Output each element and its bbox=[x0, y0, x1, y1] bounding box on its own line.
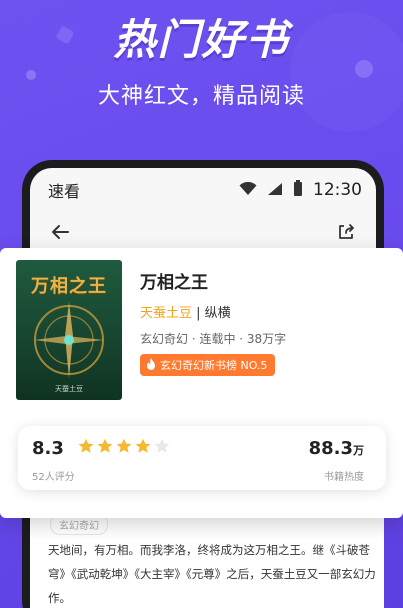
status-icons: 12:30 bbox=[239, 180, 362, 200]
rating-score: 8.3 bbox=[32, 438, 64, 459]
author-name[interactable]: 天蚕土豆 bbox=[140, 306, 192, 321]
book-platform: 纵横 bbox=[204, 306, 231, 321]
rating-count: 52人评分 bbox=[32, 472, 75, 483]
cover-title: 万相之王 bbox=[31, 276, 107, 297]
rating-panel: 8.3 52人评分 88.3万 书籍热度 bbox=[18, 426, 386, 490]
share-icon[interactable] bbox=[334, 220, 358, 244]
rating-stars bbox=[78, 438, 170, 454]
app-name: 速看 bbox=[48, 182, 81, 201]
heat-number: 88.3 bbox=[308, 438, 353, 459]
book-cover[interactable]: 万相之王 天蚕土豆 bbox=[16, 260, 122, 400]
book-card[interactable]: 万相之王 天蚕土豆 万相之王 天蚕土豆 | 纵横 玄幻奇幻 · 连载中 · 38… bbox=[0, 248, 403, 518]
heat-unit: 万 bbox=[353, 444, 364, 457]
rank-badge-label: 玄幻奇幻新书榜 NO.5 bbox=[160, 359, 268, 372]
author-line: 天蚕土豆 | 纵横 bbox=[140, 302, 231, 321]
wifi-icon bbox=[239, 181, 257, 200]
author-separator: | bbox=[196, 306, 205, 321]
rank-badge[interactable]: 玄幻奇幻新书榜 NO.5 bbox=[140, 354, 276, 376]
star-filled-icon bbox=[116, 438, 132, 453]
heat-value: 88.3万 bbox=[309, 438, 364, 459]
fire-icon bbox=[146, 357, 156, 373]
star-filled-icon bbox=[78, 438, 94, 453]
book-meta: 玄幻奇幻 · 连载中 · 38万字 bbox=[140, 332, 287, 346]
signal-icon bbox=[267, 181, 283, 200]
status-bar: 速看 12:30 bbox=[30, 168, 376, 212]
back-arrow-icon[interactable] bbox=[48, 220, 72, 244]
battery-icon bbox=[293, 180, 303, 200]
star-filled-icon bbox=[97, 438, 113, 453]
clock: 12:30 bbox=[313, 180, 362, 200]
cover-author: 天蚕土豆 bbox=[55, 385, 83, 393]
book-title: 万相之王 bbox=[140, 273, 208, 293]
heat-label: 书籍热度 bbox=[324, 472, 364, 483]
reading-content: 玄幻奇幻 天地间，有万相。而我李洛，终将成为这万相之王。继《斗破苍穹》《武动乾坤… bbox=[30, 508, 384, 608]
star-empty-icon bbox=[154, 438, 170, 453]
promo-title: 热门好书 bbox=[113, 15, 290, 64]
nav-bar bbox=[30, 212, 376, 252]
promo-subtitle: 大神红文，精品阅读 bbox=[97, 84, 305, 109]
book-excerpt: 天地间，有万相。而我李洛，终将成为这万相之王。继《斗破苍穹》《武动乾坤》《大主宰… bbox=[48, 543, 376, 605]
star-filled-icon bbox=[135, 438, 151, 453]
